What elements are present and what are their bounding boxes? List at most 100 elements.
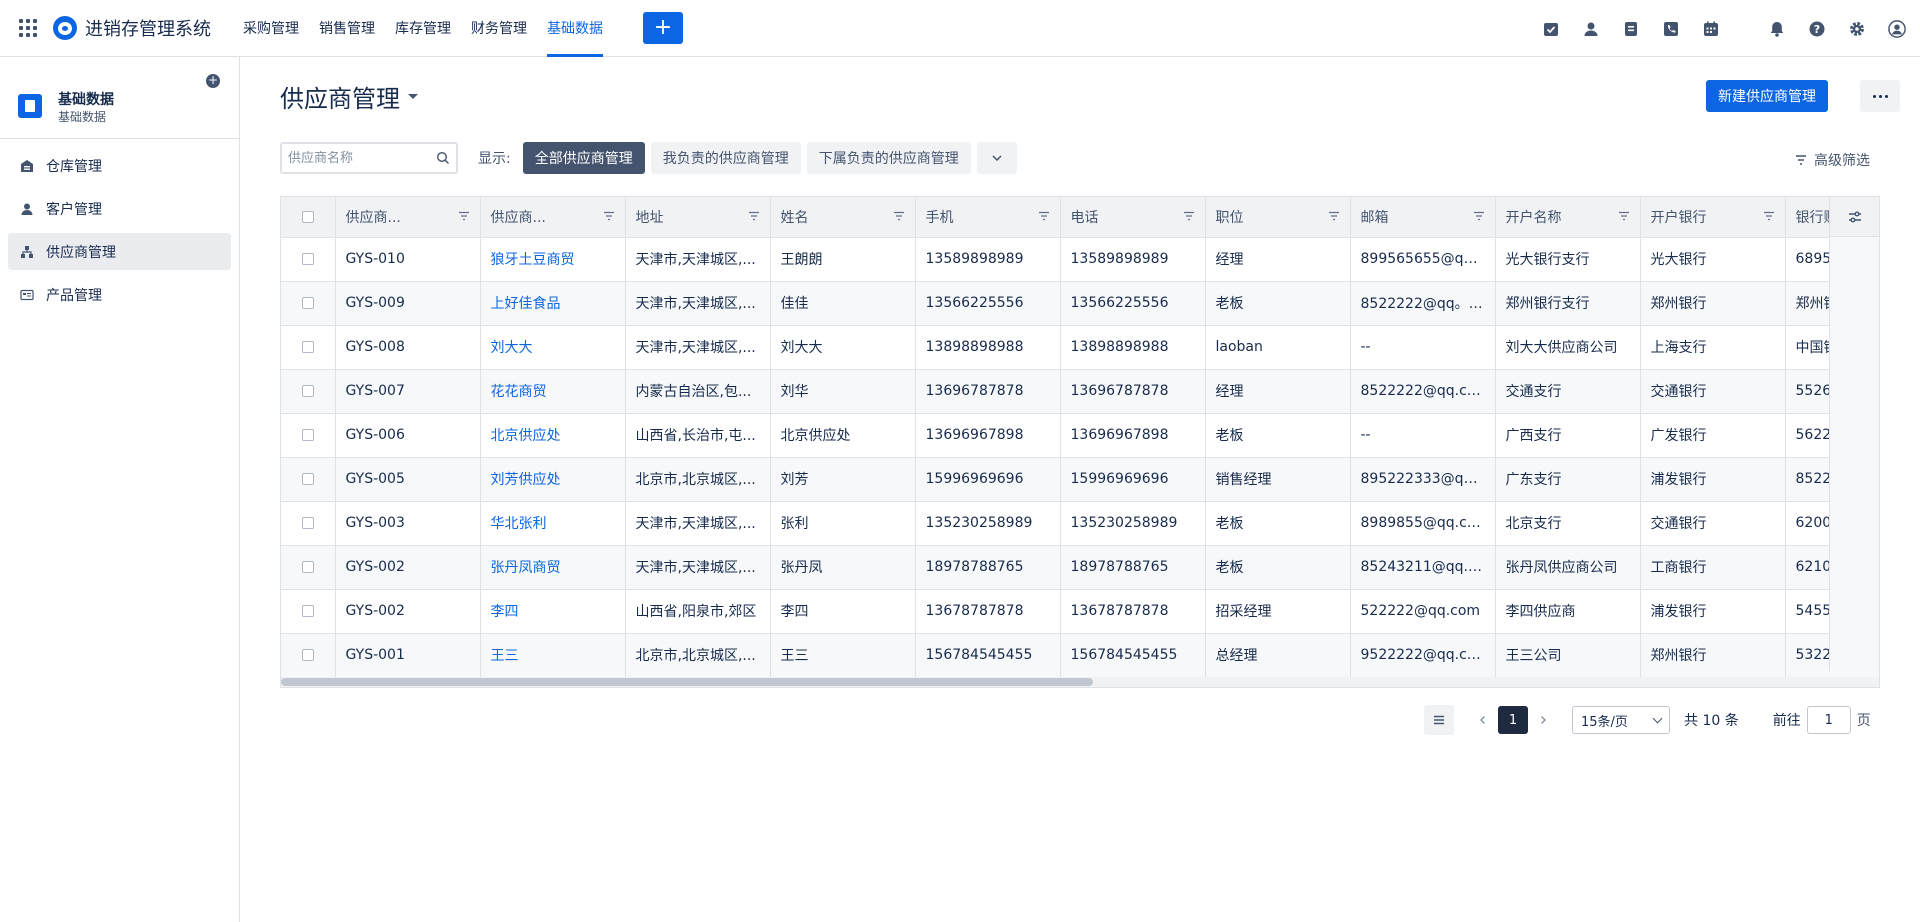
sidebar-item-customer[interactable]: 客户管理 — [8, 190, 231, 227]
horizontal-scrollbar[interactable] — [281, 677, 1879, 687]
advanced-filter-button[interactable]: 高级筛选 — [1794, 150, 1870, 170]
more-filters-dropdown[interactable] — [976, 142, 1017, 174]
page-title: 供应商管理 — [280, 85, 400, 113]
table-row[interactable]: GYS-003 华北张利 天津市,天津城区,... 张利 135230258989 135… — [281, 501, 1879, 546]
row-checkbox[interactable] — [301, 605, 314, 617]
nav-sales[interactable]: 销售管理 — [309, 0, 385, 57]
column-header[interactable]: 供应商... — [480, 197, 626, 238]
row-checkbox[interactable] — [301, 385, 314, 397]
row-checkbox[interactable] — [301, 341, 314, 353]
document-icon[interactable] — [1622, 20, 1640, 38]
table-row[interactable]: GYS-002 张丹凤商贸 天津市,天津城区,... 张丹凤 18978788765 18… — [281, 545, 1879, 590]
search-input[interactable] — [288, 150, 428, 166]
column-header[interactable]: 手机 — [915, 197, 1061, 238]
calendar-icon[interactable] — [1702, 20, 1720, 38]
nav-inventory[interactable]: 库存管理 — [385, 0, 461, 57]
table-row[interactable]: GYS-010 狼牙土豆商贸 天津市,天津城区,... 王朗朗 13589898989 1… — [281, 237, 1879, 282]
supplier-name-link[interactable]: 张丹凤商贸 — [491, 560, 561, 576]
filter-icon — [748, 211, 759, 221]
table-row[interactable]: GYS-002 李四 山西省,阳泉市,郊区 李四 13678787878 13678787… — [281, 589, 1879, 634]
column-header[interactable]: 供应商... — [335, 197, 481, 238]
row-checkbox[interactable] — [301, 517, 314, 529]
prev-page-button[interactable] — [1468, 705, 1498, 735]
list-view-button[interactable] — [1424, 705, 1454, 735]
row-checkbox[interactable] — [301, 649, 314, 661]
column-header[interactable]: 开户名称 — [1495, 197, 1641, 238]
supplier-name-link[interactable]: 上好佳食品 — [491, 296, 561, 312]
gear-icon[interactable] — [1848, 20, 1866, 38]
page-size-select[interactable]: 15条/页 — [1572, 706, 1670, 734]
supplier-name-link[interactable]: 华北张利 — [491, 516, 547, 532]
supplier-name-link[interactable]: 刘大大 — [491, 340, 533, 356]
page-title-dropdown[interactable]: 供应商管理 — [280, 79, 418, 114]
filter-all-suppliers[interactable]: 全部供应商管理 — [522, 142, 645, 174]
select-all-checkbox[interactable] — [301, 210, 314, 223]
table-cell: 天津市,天津城区,... — [625, 545, 771, 590]
user-icon[interactable] — [1582, 20, 1600, 38]
table-row[interactable]: GYS-001 王三 北京市,北京城区,... 王三 156784545455 15678… — [281, 633, 1879, 678]
filter-subordinate-suppliers[interactable]: 下属负责的供应商管理 — [806, 142, 971, 174]
table-cell: 交通支行 — [1495, 369, 1641, 414]
app-switcher-icon[interactable] — [19, 19, 37, 37]
table-cell: 张丹凤商贸 — [480, 545, 626, 590]
table-cell: 招采经理 — [1205, 589, 1351, 634]
column-header[interactable]: 地址 — [625, 197, 771, 238]
supplier-name-link[interactable]: 刘芳供应处 — [491, 472, 561, 488]
add-circle-icon[interactable]: + — [206, 74, 220, 88]
search-icon[interactable] — [436, 151, 450, 165]
new-supplier-button[interactable]: 新建供应商管理 — [1706, 80, 1828, 112]
sidebar-item-warehouse[interactable]: 仓库管理 — [8, 147, 231, 184]
supplier-name-link[interactable]: 花花商贸 — [491, 384, 547, 400]
help-icon[interactable]: ? — [1808, 20, 1826, 38]
row-checkbox[interactable] — [301, 473, 314, 485]
table-cell: GYS-002 — [335, 589, 481, 634]
sidebar-item-supplier[interactable]: 供应商管理 — [8, 233, 231, 270]
chevron-left-icon — [1480, 716, 1485, 724]
column-settings-button[interactable] — [1830, 197, 1879, 237]
sidebar-item-product[interactable]: 产品管理 — [8, 276, 231, 313]
supplier-name-link[interactable]: 王三 — [491, 648, 519, 664]
table-row[interactable]: GYS-009 上好佳食品 天津市,天津城区,... 佳佳 13566225556 135… — [281, 281, 1879, 326]
row-checkbox[interactable] — [301, 253, 314, 265]
org-tree-icon — [20, 245, 34, 259]
row-checkbox[interactable] — [301, 297, 314, 309]
table-cell: 8989855@qq.com — [1350, 501, 1496, 546]
nav-finance[interactable]: 财务管理 — [461, 0, 537, 57]
table-cell: 李四供应商 — [1495, 589, 1641, 634]
avatar[interactable] — [1888, 19, 1906, 38]
supplier-name-link[interactable]: 狼牙土豆商贸 — [491, 252, 575, 268]
table-row[interactable]: GYS-008 刘大大 天津市,天津城区,... 刘大大 13898898988 1389… — [281, 325, 1879, 370]
row-checkbox[interactable] — [301, 561, 314, 573]
bell-icon[interactable] — [1768, 20, 1786, 38]
scrollbar-thumb[interactable] — [281, 678, 1093, 686]
column-header[interactable]: 职位 — [1205, 197, 1351, 238]
nav-purchase[interactable]: 采购管理 — [233, 0, 309, 57]
table-cell: 北京供应处 — [770, 413, 916, 458]
column-header[interactable]: 电话 — [1060, 197, 1206, 238]
next-page-button[interactable] — [1528, 705, 1558, 735]
column-header[interactable]: 开户银行 — [1640, 197, 1786, 238]
table-cell: 15996969696 — [1060, 457, 1206, 502]
nav-basic-data[interactable]: 基础数据 — [537, 0, 613, 57]
filter-my-suppliers[interactable]: 我负责的供应商管理 — [650, 142, 801, 174]
table-cell: 佳佳 — [770, 281, 916, 326]
table-cell: 老板 — [1205, 281, 1351, 326]
supplier-name-link[interactable]: 李四 — [491, 604, 519, 620]
more-actions-button[interactable] — [1860, 80, 1900, 112]
phone-icon[interactable] — [1662, 20, 1680, 38]
goto-page-input[interactable] — [1806, 706, 1851, 734]
table-row[interactable]: GYS-006 北京供应处 山西省,长治市,屯... 北京供应处 13696967898… — [281, 413, 1879, 458]
top-navigation-bar: 进销存管理系统 采购管理 销售管理 库存管理 财务管理 基础数据 + ? — [0, 0, 1920, 57]
create-button[interactable]: + — [643, 12, 683, 44]
row-select-cell — [281, 237, 336, 282]
table-row[interactable]: GYS-005 刘芳供应处 北京市,北京城区,... 刘芳 15996969696 159… — [281, 457, 1879, 502]
row-checkbox[interactable] — [301, 429, 314, 441]
sliders-icon — [1848, 211, 1861, 222]
column-header[interactable]: 邮箱 — [1350, 197, 1496, 238]
task-check-icon[interactable] — [1542, 20, 1560, 38]
table-cell: GYS-005 — [335, 457, 481, 502]
current-page-button[interactable]: 1 — [1498, 706, 1528, 734]
supplier-name-link[interactable]: 北京供应处 — [491, 428, 561, 444]
table-row[interactable]: GYS-007 花花商贸 内蒙古自治区,包... 刘华 13696787878 13696… — [281, 369, 1879, 414]
column-header[interactable]: 姓名 — [770, 197, 916, 238]
